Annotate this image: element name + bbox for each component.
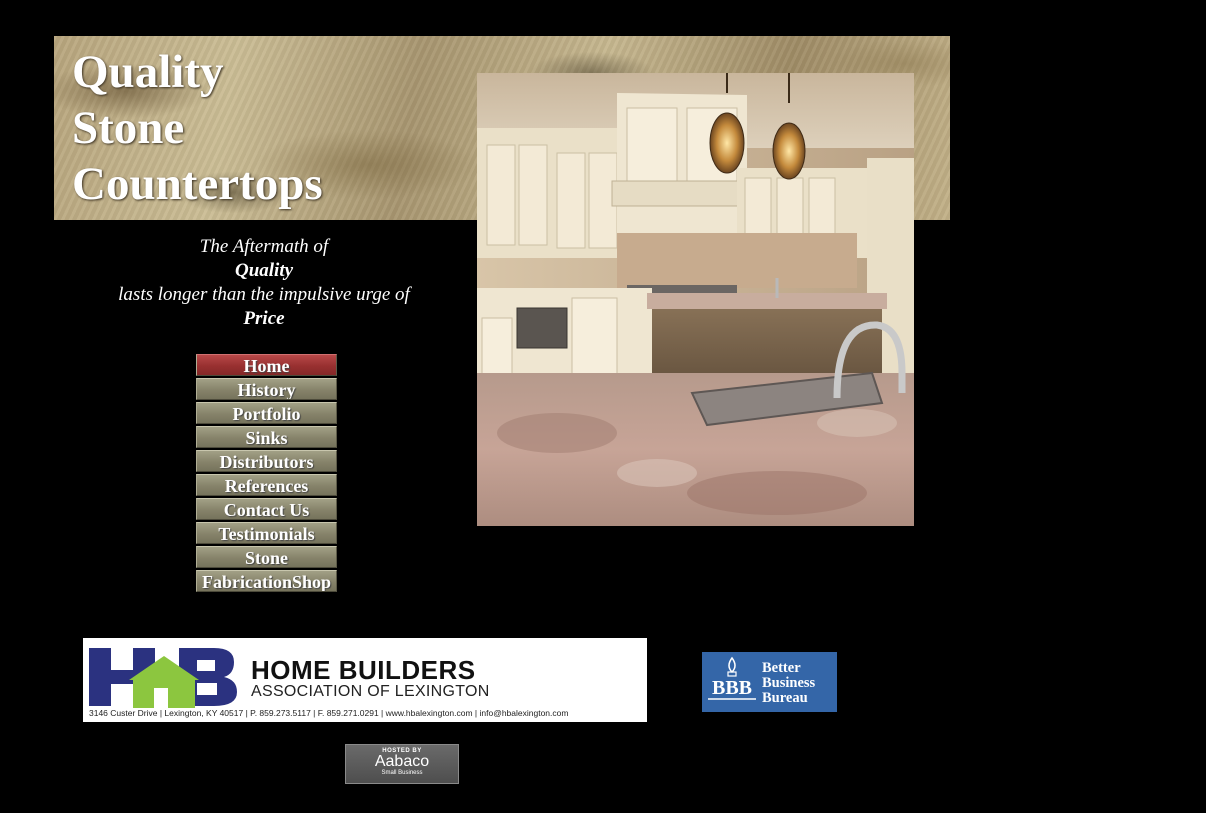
nav-sinks[interactable]: Sinks xyxy=(196,426,337,448)
nav-references[interactable]: References xyxy=(196,474,337,496)
nav-contact-us[interactable]: Contact Us xyxy=(196,498,337,520)
nav-history[interactable]: History xyxy=(196,378,337,400)
bbb-line: Better xyxy=(762,660,801,676)
kitchen-photo xyxy=(477,73,914,526)
hba-logo-icon xyxy=(89,648,237,708)
hba-logo-link[interactable]: HOME BUILDERS ASSOCIATION OF LEXINGTON 3… xyxy=(83,638,647,722)
aabaco-hosted-badge[interactable]: HOSTED BY Aabaco Small Business xyxy=(345,744,459,784)
nav-stone[interactable]: Stone xyxy=(196,546,337,568)
nav-fabrication-shop[interactable]: FabricationShop xyxy=(196,570,337,592)
bbb-line: Business xyxy=(762,675,816,691)
hba-subtitle: ASSOCIATION OF LEXINGTON xyxy=(251,683,490,700)
nav-distributors[interactable]: Distributors xyxy=(196,450,337,472)
tagline-line: The Aftermath of xyxy=(199,236,329,257)
hba-address: 3146 Custer Drive | Lexington, KY 40517 … xyxy=(89,708,569,718)
title-line: Countertops xyxy=(72,158,323,210)
tagline: The Aftermath of Quality lasts longer th… xyxy=(84,235,444,331)
bbb-torch-icon: BBB xyxy=(708,656,756,700)
bbb-text: Better Business Bureau xyxy=(762,661,815,706)
title-line: Stone xyxy=(72,102,185,154)
main-nav: Home History Portfolio Sinks Distributor… xyxy=(196,354,337,594)
site-title: Quality Stone Countertops xyxy=(72,44,323,212)
bbb-logo-link[interactable]: BBB Better Business Bureau xyxy=(702,652,837,712)
title-line: Quality xyxy=(72,46,224,98)
nav-portfolio[interactable]: Portfolio xyxy=(196,402,337,424)
aabaco-sub: Small Business xyxy=(381,770,423,776)
tagline-line: lasts longer than the impulsive urge of xyxy=(118,284,410,305)
tagline-price: Price xyxy=(243,308,285,329)
nav-testimonials[interactable]: Testimonials xyxy=(196,522,337,544)
nav-home[interactable]: Home xyxy=(196,354,337,376)
aabaco-name: Aabaco xyxy=(374,753,430,770)
tagline-quality: Quality xyxy=(234,260,294,281)
bbb-line: Bureau xyxy=(762,690,808,706)
hba-name: HOME BUILDERS xyxy=(251,655,476,685)
bbb-mark: BBB xyxy=(712,677,752,699)
